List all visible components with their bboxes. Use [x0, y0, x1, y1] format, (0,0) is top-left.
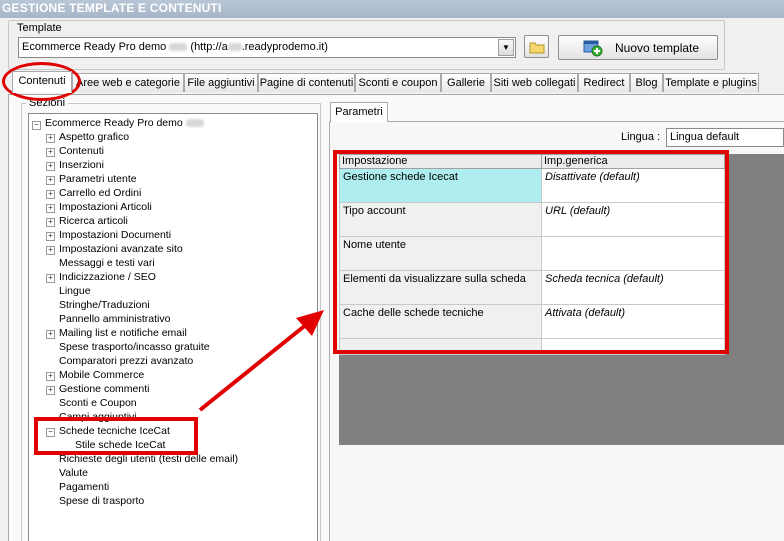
template-group-label: Template — [14, 22, 65, 34]
tree-root[interactable]: Ecommerce Ready Pro demo — [45, 117, 204, 130]
tab-contenuti[interactable]: Contenuti — [12, 71, 72, 93]
main-tabs: Contenuti Aree web e categorie File aggi… — [8, 71, 784, 95]
tree-item[interactable]: Stringhe/Traduzioni — [59, 299, 150, 312]
tree-item[interactable]: Inserzioni — [59, 159, 104, 172]
expand-icon[interactable]: + — [46, 330, 55, 339]
tree-item[interactable]: Sconti e Coupon — [59, 397, 137, 410]
tree-item[interactable]: Schede tecniche IceCat — [59, 425, 170, 438]
setting-cell[interactable]: Cache delle schede tecniche — [339, 304, 542, 339]
new-template-button[interactable]: Nuovo template — [558, 35, 718, 60]
tree-item[interactable]: Aspetto grafico — [59, 131, 129, 144]
value-cell[interactable]: Attivata (default) — [541, 304, 725, 339]
expand-icon[interactable]: + — [46, 190, 55, 199]
expand-icon[interactable]: + — [46, 232, 55, 241]
tree-item[interactable]: Impostazioni avanzate sito — [59, 243, 183, 256]
redacted-text — [169, 43, 188, 52]
tree-item[interactable]: Mailing list e notifiche email — [59, 327, 187, 340]
tree-item[interactable]: Lingue — [59, 285, 91, 298]
setting-cell[interactable]: Elementi da visualizzare sulla scheda — [339, 270, 542, 305]
tab-pagine-contenuti[interactable]: Pagine di contenuti — [258, 73, 355, 92]
collapse-icon[interactable]: − — [46, 428, 55, 437]
tree-item[interactable]: Parametri utente — [59, 173, 137, 186]
value-cell[interactable]: Scheda tecnica (default) — [541, 270, 725, 305]
tree-item[interactable]: Richieste degli utenti (testi delle emai… — [59, 453, 238, 466]
expand-icon[interactable]: + — [46, 148, 55, 157]
table-row[interactable]: Cache delle schede tecniche Attivata (de… — [339, 304, 725, 339]
setting-cell[interactable]: Nome utente — [339, 236, 542, 271]
chevron-down-icon[interactable]: ▼ — [498, 39, 514, 56]
tree-item[interactable]: Carrello ed Ordini — [59, 187, 141, 200]
tree-item[interactable]: Messaggi e testi vari — [59, 257, 155, 270]
expand-icon[interactable]: + — [46, 218, 55, 227]
add-template-icon — [583, 40, 603, 57]
tree-item[interactable]: Valute — [59, 467, 88, 480]
expand-icon[interactable]: + — [46, 134, 55, 143]
template-select-text-1: Ecommerce Ready Pro demo — [22, 41, 167, 53]
redacted-text — [227, 43, 242, 52]
tree-item[interactable]: Comparatori prezzi avanzato — [59, 355, 193, 368]
tree-item[interactable]: Spese di trasporto — [59, 495, 144, 508]
expand-icon[interactable]: + — [46, 204, 55, 213]
window-title: GESTIONE TEMPLATE E CONTENUTI — [0, 0, 784, 18]
open-folder-button[interactable] — [524, 35, 549, 58]
new-template-label: Nuovo template — [615, 41, 700, 55]
setting-cell[interactable]: Tipo account — [339, 202, 542, 237]
table-row[interactable] — [339, 338, 725, 355]
template-select-text-2: (http://a — [190, 41, 228, 53]
sections-group-label: Sezioni — [26, 97, 69, 109]
tab-siti-web[interactable]: Siti web collegati — [491, 73, 578, 92]
annotation-arrow — [198, 310, 324, 412]
value-cell[interactable] — [541, 338, 725, 355]
tree-item[interactable]: Campi aggiuntivi — [59, 411, 137, 424]
expand-icon[interactable]: + — [46, 176, 55, 185]
tab-gallerie[interactable]: Gallerie — [441, 73, 491, 92]
expand-icon[interactable]: + — [46, 386, 55, 395]
tree-item[interactable]: Impostazioni Documenti — [59, 229, 171, 242]
expand-icon[interactable]: + — [46, 246, 55, 255]
redacted-text — [185, 119, 204, 128]
settings-grid[interactable]: Impostazione Imp.generica Gestione sched… — [339, 154, 725, 355]
tab-aree-web[interactable]: Aree web e categorie — [72, 73, 184, 92]
tree-item[interactable]: Impostazioni Articoli — [59, 201, 152, 214]
setting-cell[interactable] — [339, 338, 542, 355]
tab-file-aggiuntivi[interactable]: File aggiuntivi — [184, 73, 258, 92]
tree-item[interactable]: Spese trasporto/incasso gratuite — [59, 341, 210, 354]
value-cell[interactable]: URL (default) — [541, 202, 725, 237]
table-row[interactable]: Tipo account URL (default) — [339, 202, 725, 237]
tree-item[interactable]: Indicizzazione / SEO — [59, 271, 156, 284]
tab-template-plugins[interactable]: Template e plugins — [663, 73, 759, 92]
tree-item[interactable]: Pagamenti — [59, 481, 109, 494]
tree-item[interactable]: Pannello amministrativo — [59, 313, 170, 326]
tab-parametri[interactable]: Parametri — [330, 102, 388, 122]
table-row[interactable]: Nome utente — [339, 236, 725, 271]
column-header-value[interactable]: Imp.generica — [541, 154, 725, 169]
template-select[interactable]: Ecommerce Ready Pro demo (http://a .ready… — [18, 37, 516, 58]
setting-cell[interactable]: Gestione schede Icecat — [339, 168, 542, 203]
expand-icon[interactable]: + — [46, 274, 55, 283]
column-header-setting[interactable]: Impostazione — [339, 154, 542, 169]
table-row[interactable]: Gestione schede Icecat Disattivate (defa… — [339, 168, 725, 203]
tree-item[interactable]: Gestione commenti — [59, 383, 149, 396]
tab-blog[interactable]: Blog — [630, 73, 663, 92]
tab-sconti-coupon[interactable]: Sconti e coupon — [355, 73, 441, 92]
expand-icon[interactable]: + — [46, 162, 55, 171]
tree-item[interactable]: Mobile Commerce — [59, 369, 144, 382]
value-cell[interactable] — [541, 236, 725, 271]
tree-item[interactable]: Stile schede IceCat — [75, 439, 165, 452]
folder-icon — [529, 42, 545, 54]
template-select-text-3: .readyprodemo.it) — [241, 41, 328, 53]
value-cell[interactable]: Disattivate (default) — [541, 168, 725, 203]
language-select[interactable]: Lingua default — [666, 128, 784, 147]
collapse-icon[interactable]: − — [32, 121, 41, 130]
tree-item[interactable]: Ricerca articoli — [59, 215, 128, 228]
tree-root-label: Ecommerce Ready Pro demo — [45, 117, 183, 129]
tree-item[interactable]: Contenuti — [59, 145, 104, 158]
language-label: Lingua : — [621, 131, 661, 143]
tab-redirect[interactable]: Redirect — [578, 73, 630, 92]
expand-icon[interactable]: + — [46, 372, 55, 381]
table-row[interactable]: Elementi da visualizzare sulla scheda Sc… — [339, 270, 725, 305]
